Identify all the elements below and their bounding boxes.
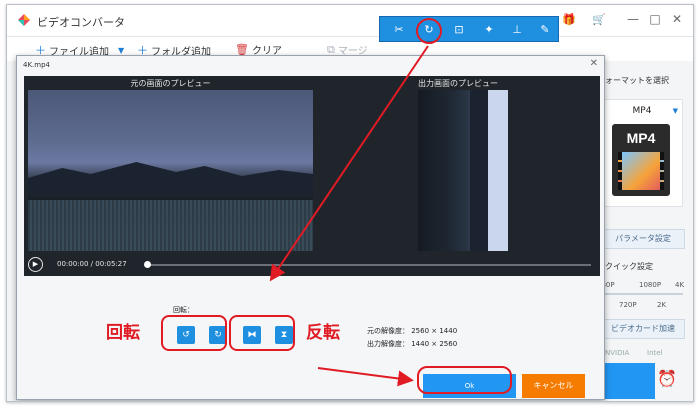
quality-720p[interactable]: 720P	[619, 301, 637, 309]
rotate-label: 回転：	[173, 306, 194, 314]
quality-4k[interactable]: 4K	[675, 281, 684, 289]
output-resolution: 出力解像度： 1440 × 2560	[367, 340, 458, 348]
subtitle-edit-icon[interactable]: ✎	[536, 21, 554, 39]
alarm-clock-icon[interactable]: ⏰	[657, 369, 677, 388]
quality-1080p[interactable]: 1080P	[639, 281, 661, 289]
minimize-icon[interactable]: —	[625, 11, 641, 27]
play-icon[interactable]: ▶	[28, 257, 43, 272]
maximize-icon[interactable]: □	[647, 11, 663, 27]
mp4-format-icon: MP4	[612, 124, 670, 196]
ok-button-highlight	[417, 366, 512, 394]
seek-track[interactable]	[147, 264, 591, 266]
rotated-mountain	[470, 90, 488, 251]
edit-dialog: 4K.mp4 ✕ 元の画面のプレビュー 出力画面のプレビュー ▶ 00:00:0…	[16, 55, 605, 400]
edit-toolbar: ✂ ↻ ⊡ ✦ ⊥ ✎	[379, 16, 559, 42]
cart-icon[interactable]: 🛒	[592, 13, 606, 26]
time-display: 00:00:00 / 00:05:27	[57, 260, 127, 268]
gpu-acceleration-button[interactable]: ビデオカード加速	[601, 319, 685, 339]
rotate-tool-highlight	[416, 18, 442, 44]
preview-area: 元の画面のプレビュー 出力画面のプレビュー ▶ 00:00:00 / 00:05…	[24, 76, 600, 276]
title-bar: ビデオコンバータ 🎁 🛒 — □ ✕	[7, 5, 693, 37]
chevron-down-icon[interactable]: ▼	[118, 46, 124, 55]
cancel-button[interactable]: キャンセル	[522, 374, 585, 398]
select-format-label: フォーマットを選択	[597, 76, 669, 85]
format-panel: フォーマットを選択 MP4 ▼ MP4 パラメータ設定 クイック設定 480P …	[595, 61, 693, 401]
rotated-sky	[488, 90, 508, 251]
source-preview-label: 元の画面のプレビュー	[130, 79, 211, 88]
film-strip-icon	[618, 152, 664, 190]
app-title: ビデオコンバータ	[37, 16, 125, 29]
nvidia-label: NVIDIA	[605, 349, 630, 357]
intel-label: Intel	[647, 349, 663, 357]
source-resolution: 元の解像度： 2560 × 1440	[367, 327, 458, 335]
output-preview-image	[320, 90, 596, 251]
close-window-icon[interactable]: ✕	[669, 11, 685, 27]
watermark-stamp-icon[interactable]: ⊥	[508, 21, 526, 39]
mp4-icon-text: MP4	[626, 130, 656, 146]
quality-slider-track[interactable]	[599, 293, 683, 295]
seek-knob[interactable]	[144, 261, 151, 268]
flip-buttons-highlight	[229, 315, 295, 351]
rotate-buttons-highlight	[161, 315, 227, 351]
playback-bar: ▶ 00:00:00 / 00:05:27	[24, 254, 600, 276]
parameter-settings-button[interactable]: パラメータ設定	[601, 229, 685, 249]
output-preview-label: 出力画面のプレビュー	[418, 79, 498, 88]
effects-wand-icon[interactable]: ✦	[480, 21, 498, 39]
dialog-close-icon[interactable]: ✕	[590, 58, 598, 69]
source-preview-image	[28, 90, 313, 251]
format-name: MP4	[632, 106, 652, 116]
crop-icon[interactable]: ⊡	[450, 21, 468, 39]
app-logo-icon	[18, 14, 30, 26]
quick-settings-label: クイック設定	[605, 262, 653, 271]
rice-field	[28, 200, 313, 251]
gift-icon[interactable]: 🎁	[562, 13, 576, 26]
mountain-silhouette	[28, 162, 313, 194]
dialog-title: 4K.mp4	[23, 61, 50, 69]
scissors-icon[interactable]: ✂	[390, 21, 408, 39]
quality-2k[interactable]: 2K	[657, 301, 666, 309]
flip-annotation: 反転	[306, 323, 340, 343]
dropdown-arrow-icon[interactable]: ▼	[673, 107, 678, 115]
format-selector[interactable]: MP4 ▼ MP4	[601, 99, 683, 207]
rotate-annotation: 回転	[106, 323, 140, 343]
